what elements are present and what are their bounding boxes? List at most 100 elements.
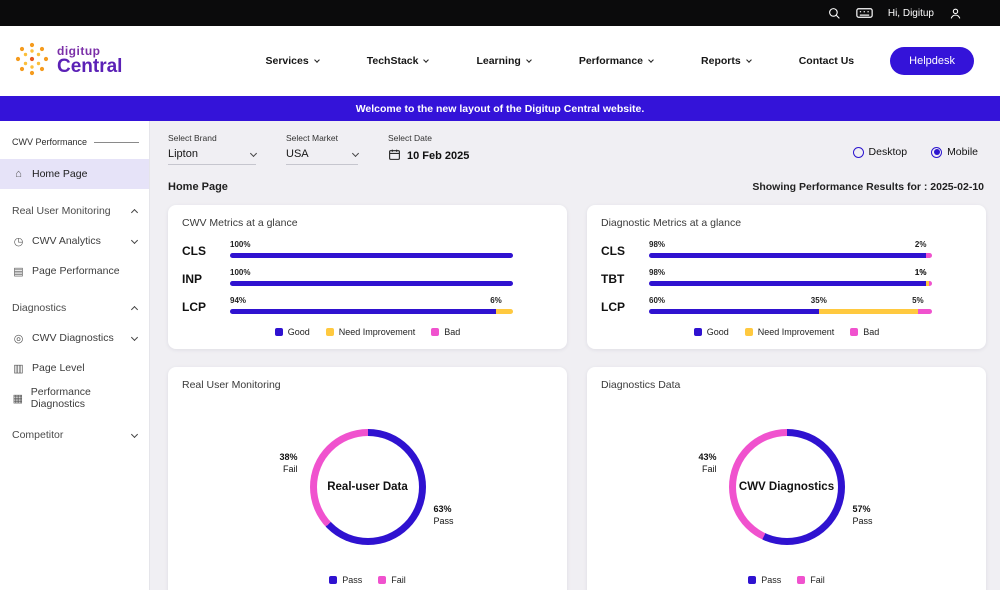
metric-label: TBT <box>601 272 649 286</box>
main-nav: Services TechStack Learning Performance Repo… <box>164 55 854 67</box>
mobile-radio[interactable]: Mobile <box>931 146 978 158</box>
legend-label: Fail <box>391 575 406 585</box>
nav-item-contact-us[interactable]: Contact Us <box>799 55 854 67</box>
bar-value-label: 6% <box>490 296 502 305</box>
sidebar-section-header: CWV Performance <box>0 137 149 159</box>
nav-item-techstack[interactable]: TechStack <box>367 55 429 67</box>
sidebar-item-real-user-monitoring[interactable]: Real User Monitoring <box>0 196 149 226</box>
nav-item-reports[interactable]: Reports <box>701 55 751 67</box>
card-title: Diagnostic Metrics at a glance <box>601 217 972 229</box>
legend-swatch <box>694 328 702 336</box>
perf-icon: ▦ <box>12 392 24 405</box>
sidebar-item-cwv-diagnostics[interactable]: ◎CWV Diagnostics <box>0 323 149 353</box>
legend-label: Need Improvement <box>758 327 835 337</box>
user-greeting: Hi, Digitup <box>888 8 934 19</box>
radio-label: Desktop <box>869 146 908 158</box>
chevron-up-icon <box>132 305 137 312</box>
market-select[interactable]: USA <box>286 148 358 165</box>
chevron-down-icon <box>746 57 752 63</box>
market-select-value: USA <box>286 148 309 160</box>
legend-swatch <box>745 328 753 336</box>
brand-select[interactable]: Lipton <box>168 148 256 165</box>
donut-center-label: Real-user Data <box>327 481 408 493</box>
legend-item-need-improvement: Need Improvement <box>326 327 416 337</box>
chevron-down-icon <box>648 57 654 63</box>
pie-percent: 63% <box>434 503 454 515</box>
bar-segment-good <box>230 281 513 286</box>
sidebar-item-competitor[interactable]: Competitor <box>0 420 149 450</box>
sidebar-item-label: Page Level <box>32 362 85 374</box>
legend-label: Pass <box>342 575 362 585</box>
bar-value-label: 5% <box>912 296 924 305</box>
analytics-icon: ◷ <box>12 235 25 248</box>
metric-bar: 94%6% <box>230 296 513 318</box>
legend-label: Good <box>288 327 310 337</box>
sidebar-item-page-level[interactable]: ▥Page Level <box>0 353 149 383</box>
metric-row-lcp: LCP60%35%5% <box>601 293 972 321</box>
pie-percent: 38% <box>279 451 297 463</box>
sidebar-section-label: CWV Performance <box>12 137 87 147</box>
sidebar-item-cwv-analytics[interactable]: ◷ CWV Analytics <box>0 226 149 256</box>
date-filter: Select Date 10 Feb 2025 <box>388 133 469 164</box>
search-icon[interactable] <box>828 7 841 20</box>
diagnostics-donut-wrap: CWV Diagnostics 43%Fail 57%Pass <box>601 399 972 575</box>
device-toggle: Desktop Mobile <box>853 146 986 158</box>
date-picker[interactable]: 10 Feb 2025 <box>388 148 469 164</box>
diagnostic-metrics-card: Diagnostic Metrics at a glance CLS98%2%T… <box>587 205 986 349</box>
dashboard-grid: CWV Metrics at a glance CLS100%INP100%LC… <box>168 205 986 590</box>
pie-percent: 43% <box>698 451 716 463</box>
sidebar-item-label: Performance Diagnostics <box>31 386 137 410</box>
sidebar-item-page-performance[interactable]: ▤Page Performance <box>0 256 149 286</box>
keyboard-icon[interactable] <box>856 7 873 19</box>
nav-item-label: Reports <box>701 55 741 67</box>
sidebar-item-diagnostics[interactable]: Diagnostics <box>0 293 149 323</box>
nav-item-label: Performance <box>579 55 643 67</box>
legend-swatch <box>748 576 756 584</box>
bar-segment-bad <box>918 309 932 314</box>
diagnostics-data-card: Diagnostics Data CWV Diagnostics 43%Fail… <box>587 367 986 590</box>
bar-value-label: 98% <box>649 240 665 249</box>
logo[interactable]: digitup Central <box>14 41 164 82</box>
bar-segment-need-improvement <box>819 309 918 314</box>
nav-item-services[interactable]: Services <box>266 55 319 67</box>
nav-item-performance[interactable]: Performance <box>579 55 653 67</box>
results-note: Showing Performance Results for : 2025-0… <box>752 181 986 193</box>
calendar-icon <box>388 148 401 164</box>
section-divider <box>94 142 139 143</box>
cwv-metrics-card: CWV Metrics at a glance CLS100%INP100%LC… <box>168 205 567 349</box>
pie-label-fail: 43%Fail <box>698 451 716 475</box>
logo-text-bottom: Central <box>57 57 122 77</box>
legend-label: Pass <box>761 575 781 585</box>
helpdesk-button[interactable]: Helpdesk <box>890 47 974 75</box>
bar-segment-good <box>649 281 926 286</box>
nav-item-label: Learning <box>476 55 520 67</box>
donut-hole: Real-user Data <box>317 436 419 538</box>
sidebar-item-performance-diagnostics[interactable]: ▦ Performance Diagnostics <box>0 383 149 413</box>
announcement-banner: Welcome to the new layout of the Digitup… <box>0 96 1000 121</box>
nav-item-learning[interactable]: Learning <box>476 55 530 67</box>
header: digitup Central Services TechStack Learnin… <box>0 26 1000 96</box>
real-user-donut-wrap: Real-user Data 38%Fail63%Pass <box>182 399 553 575</box>
bar-value-label: 35% <box>811 296 827 305</box>
card-title: Diagnostics Data <box>601 379 972 391</box>
legend-item-bad: Bad <box>850 327 879 337</box>
metric-row-lcp: LCP94%6% <box>182 293 553 321</box>
topbar: Hi, Digitup <box>0 0 1000 26</box>
sidebar-item-home-page[interactable]: ⌂Home Page <box>0 159 149 189</box>
chart-legend: GoodNeed ImprovementBad <box>601 327 972 337</box>
bar-value-label: 1% <box>915 268 927 277</box>
bar-track <box>230 309 513 314</box>
pie-label-fail: 38%Fail <box>279 451 297 475</box>
donut-center-label: CWV Diagnostics <box>739 481 834 493</box>
market-filter-label: Select Market <box>286 133 358 143</box>
bar-segment-good <box>230 309 496 314</box>
metric-bar: 98%2% <box>649 240 932 262</box>
sidebar-item-label: CWV Analytics <box>32 235 101 247</box>
sidebar: CWV Performance ⌂Home Page Real User Moni… <box>0 121 150 590</box>
chevron-down-icon <box>132 335 137 342</box>
desktop-radio[interactable]: Desktop <box>853 146 908 158</box>
legend-swatch <box>329 576 337 584</box>
page-title: Home Page <box>168 181 228 193</box>
pie-label-pass: 57%Pass <box>853 503 873 527</box>
user-icon[interactable] <box>949 7 962 20</box>
